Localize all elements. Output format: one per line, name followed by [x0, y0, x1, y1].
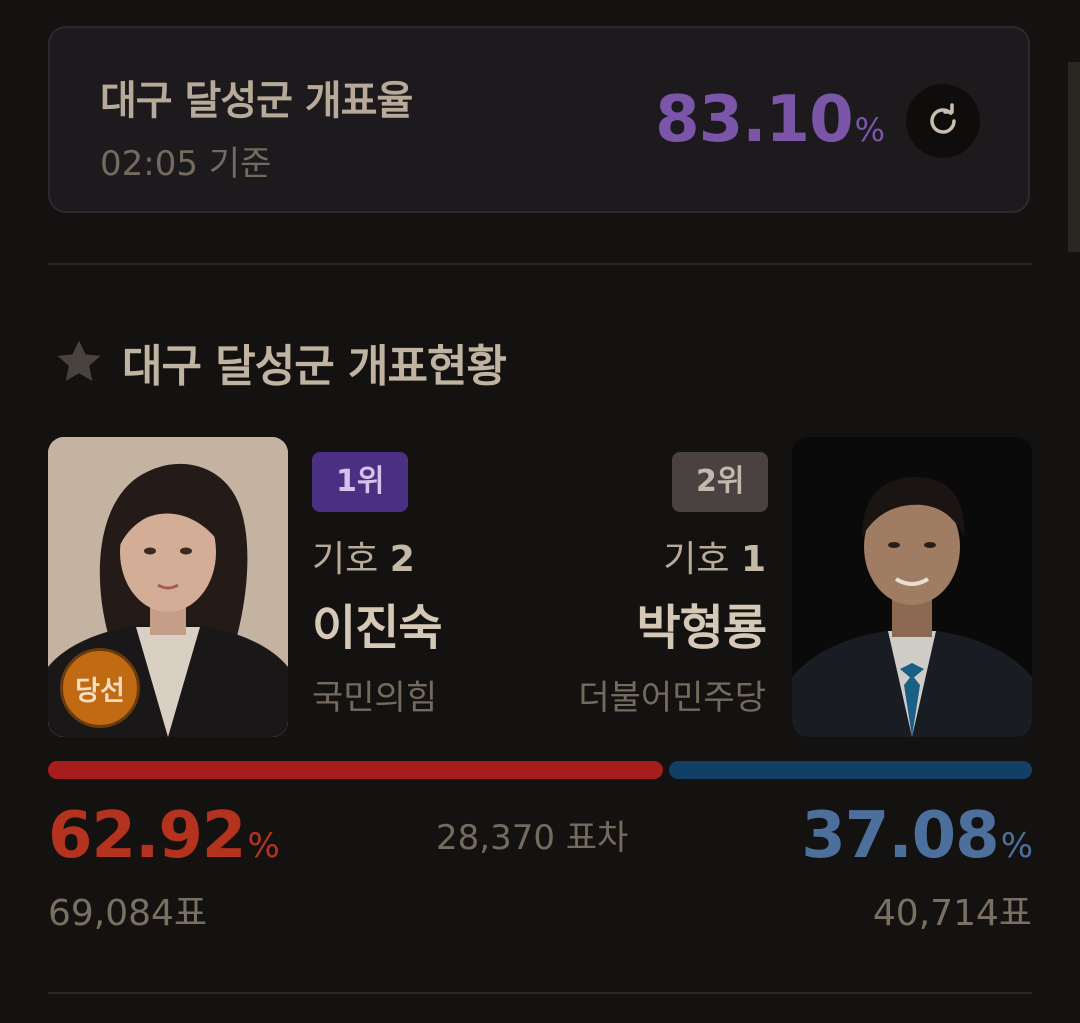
candidate-2-ballot-number: 1: [740, 539, 766, 580]
section-title: 대구 달성군 개표현황: [122, 341, 507, 392]
candidate-1-percent-unit: %: [247, 826, 279, 866]
candidate-1-percent-number: 62.92: [48, 799, 246, 873]
rank-badge-1: 1위: [312, 452, 409, 512]
counting-rate-number: 83.10: [655, 83, 853, 157]
candidate-1-ballot: 기호 2: [312, 530, 415, 582]
vote-difference: 28,370 표차: [436, 818, 629, 858]
candidate-1-ballot-label: 기호: [312, 539, 379, 580]
vote-bar-candidate-2: [669, 761, 1032, 779]
counting-rate-card: 대구 달성군 개표율 02:05 기준 83.10%: [48, 26, 1030, 213]
candidate-1-ballot-number: 2: [389, 539, 415, 580]
candidate-2-votes: 40,714표: [872, 893, 1032, 934]
candidate-2-percent: 37.08%: [801, 798, 1033, 884]
candidate-2-photo: [792, 437, 1032, 737]
divider: [48, 263, 1032, 265]
candidate-2-ballot-label: 기호: [663, 539, 730, 580]
candidate-1-party: 국민의힘: [312, 678, 438, 718]
section-header: 대구 달성군 개표현황: [52, 330, 507, 394]
candidate-2-percent-number: 37.08: [801, 799, 999, 873]
counting-rate-value: 83.10%: [655, 80, 885, 170]
winner-badge: 당선: [60, 648, 140, 728]
divider-bottom: [48, 992, 1032, 994]
star-icon: [57, 340, 101, 381]
counting-rate-unit: %: [854, 111, 885, 149]
candidate-2-portrait: [792, 437, 1032, 737]
refresh-icon: [930, 103, 956, 134]
counting-rate-title: 대구 달성군 개표율: [100, 78, 413, 124]
candidate-2-name: 박형룡: [636, 600, 767, 656]
candidate-2-party: 더불어민주당: [578, 678, 766, 718]
candidate-2-ballot: 기호 1: [663, 530, 766, 582]
candidate-1-percent: 62.92%: [48, 798, 280, 884]
counting-rate-time: 02:05 기준: [100, 144, 272, 184]
candidate-2-percent-unit: %: [1000, 826, 1033, 866]
candidate-1-votes: 69,084표: [48, 893, 208, 934]
refresh-button[interactable]: [906, 84, 980, 158]
scrollbar[interactable]: [1068, 62, 1080, 252]
rank-badge-2: 2위: [672, 452, 769, 512]
candidate-1-name: 이진숙: [312, 600, 442, 656]
vote-bar-candidate-1: [48, 761, 663, 779]
